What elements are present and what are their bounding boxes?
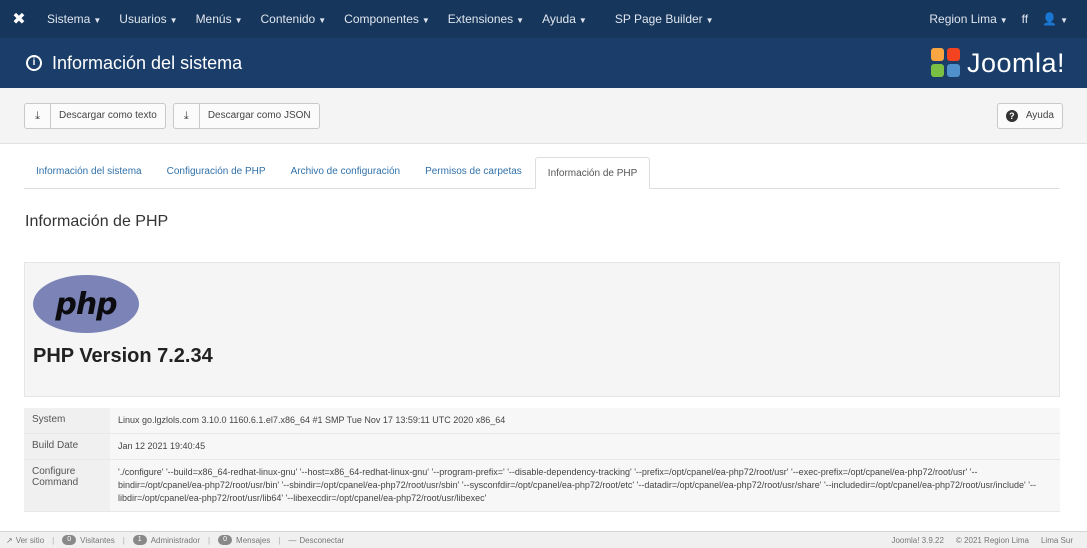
page-header: i Información del sistema Joomla!	[0, 38, 1087, 88]
caret-down-icon: ▼	[234, 16, 243, 25]
menu-label: Contenido	[260, 12, 316, 26]
section-title: Información de PHP	[25, 213, 169, 230]
menu-ayuda[interactable]: Ayuda ▼	[533, 12, 596, 26]
tab-folder-permissions[interactable]: Permisos de carpetas	[413, 156, 534, 188]
admins-link[interactable]: 1 Administrador	[132, 535, 201, 545]
version-text: Joomla! 3.9.22	[891, 535, 944, 545]
info-icon: i	[26, 55, 42, 71]
caret-down-icon: ▼	[999, 16, 1008, 25]
minus-icon: —	[288, 535, 297, 545]
menu-label: Usuarios	[119, 12, 167, 26]
brand-text: Joomla!	[966, 47, 1065, 78]
download-json-button[interactable]: ⤓ Descargar como JSON	[172, 102, 320, 129]
admins-badge: 1	[132, 535, 147, 545]
caret-down-icon: ▼	[93, 16, 102, 25]
page-title: Información del sistema	[52, 52, 243, 73]
logout-link[interactable]: — Desconectar	[288, 536, 344, 545]
menu-extensiones[interactable]: Extensiones ▼	[439, 12, 533, 26]
statusbar-right: Joomla! 3.9.22 © 2021 Region Lima Lima S…	[879, 536, 1087, 545]
tab-system-info[interactable]: Información del sistema	[24, 156, 154, 188]
messages-link[interactable]: 0 Mensajes	[218, 535, 270, 545]
php-logo: php	[33, 275, 139, 333]
caret-down-icon: ▼	[516, 16, 525, 25]
php-logo-text: php	[55, 286, 117, 322]
download-text-button[interactable]: ⤓ Descargar como texto	[24, 102, 166, 129]
view-site-label: Ver sitio	[15, 535, 45, 545]
visitors-label: Visitantes	[80, 535, 115, 545]
menu-label: Sistema	[47, 12, 91, 26]
messages-badge: 0	[218, 535, 233, 545]
caret-down-icon: ▼	[169, 16, 178, 25]
user-icon: 👤	[1042, 12, 1058, 26]
menu-componentes[interactable]: Componentes ▼	[335, 12, 439, 26]
row-key: Configure Command	[24, 460, 110, 511]
external-link-icon: ↗	[6, 535, 13, 545]
joomla-logo-icon	[930, 48, 961, 78]
caret-down-icon: ▼	[421, 16, 430, 25]
joomla-brand: Joomla!	[930, 47, 1087, 79]
php-version: PHP Version 7.2.34	[33, 345, 213, 367]
menu-sistema[interactable]: Sistema ▼	[38, 12, 110, 26]
logout-label: Desconectar	[299, 535, 345, 545]
menu-sp-page-builder[interactable]: SP Page Builder ▼	[606, 12, 723, 26]
button-label: Ayuda	[1025, 110, 1054, 121]
caret-down-icon: ▼	[705, 16, 714, 25]
php-info-table: System Linux go.lgzlols.com 3.10.0 1160.…	[24, 408, 1060, 512]
table-row: Configure Command './configure' '--build…	[24, 460, 1060, 512]
visitors-badge: 0	[62, 535, 77, 545]
help-button[interactable]: ? Ayuda	[996, 102, 1063, 129]
user-menu[interactable]: 👤 ▼	[1035, 12, 1075, 26]
php-info-header: php PHP Version 7.2.34	[24, 262, 1060, 397]
site-label: Region Lima	[929, 12, 997, 26]
menu-label: Extensiones	[447, 12, 514, 26]
status-bar: ↗ Ver sitio | 0 Visitantes | 1 Administrado…	[0, 531, 1087, 548]
site-link[interactable]: Region Lima ▼	[922, 12, 1014, 26]
button-label: Descargar como JSON	[207, 110, 311, 121]
table-row: Build Date Jan 12 2021 19:40:45	[24, 434, 1060, 460]
row-key: System	[24, 408, 110, 433]
lang-label: ff	[1021, 12, 1029, 26]
visitors-link[interactable]: 0 Visitantes	[62, 535, 115, 545]
caret-down-icon: ▼	[578, 16, 587, 25]
menu-label: Ayuda	[542, 12, 576, 26]
caret-down-icon: ▼	[318, 16, 327, 25]
row-value: Linux go.lgzlols.com 3.10.0 1160.6.1.el7…	[110, 408, 1060, 433]
view-site-link[interactable]: ↗ Ver sitio	[6, 536, 44, 545]
menu-label: Menús	[195, 12, 232, 26]
menu-menus[interactable]: Menús ▼	[187, 12, 252, 26]
tab-bar: Información del sistema Configuración de…	[24, 157, 1059, 189]
lang-link[interactable]: ff	[1015, 12, 1035, 26]
menu-label: Componentes	[344, 12, 419, 26]
navbar-right: Region Lima ▼ ff 👤 ▼	[922, 12, 1087, 26]
extra-text: Lima Sur	[1040, 535, 1073, 545]
caret-down-icon: ▼	[1060, 16, 1068, 25]
question-icon: ?	[1005, 109, 1018, 122]
row-value: './configure' '--build=x86_64-redhat-lin…	[110, 460, 1060, 511]
table-row: System Linux go.lgzlols.com 3.10.0 1160.…	[24, 408, 1060, 434]
divider: |	[122, 535, 125, 545]
download-icon: ⤓	[25, 103, 51, 128]
download-icon: ⤓	[174, 103, 200, 128]
messages-label: Mensajes	[236, 535, 271, 545]
menu-label: SP Page Builder	[614, 12, 703, 26]
tab-php-config[interactable]: Configuración de PHP	[155, 156, 278, 188]
main-menu: Sistema ▼ Usuarios ▼ Menús ▼ Contenido ▼ Com…	[38, 12, 723, 26]
copyright-text: © 2021 Region Lima	[955, 535, 1029, 545]
tab-php-info[interactable]: Información de PHP	[534, 157, 651, 189]
divider: |	[208, 535, 211, 545]
menu-usuarios[interactable]: Usuarios ▼	[110, 12, 186, 26]
toolbar: ⤓ Descargar como texto ⤓ Descargar como …	[0, 88, 1087, 144]
divider: |	[278, 535, 281, 545]
divider: |	[52, 535, 55, 545]
tab-config-file[interactable]: Archivo de configuración	[279, 156, 413, 188]
top-navbar: ✖ Sistema ▼ Usuarios ▼ Menús ▼ Contenido ▼ C…	[0, 0, 1087, 38]
admins-label: Administrador	[150, 535, 201, 545]
button-label: Descargar como texto	[59, 110, 157, 121]
menu-contenido[interactable]: Contenido ▼	[252, 12, 336, 26]
joomla-icon[interactable]: ✖	[0, 9, 38, 29]
row-key: Build Date	[24, 434, 110, 459]
row-value: Jan 12 2021 19:40:45	[110, 434, 1060, 459]
